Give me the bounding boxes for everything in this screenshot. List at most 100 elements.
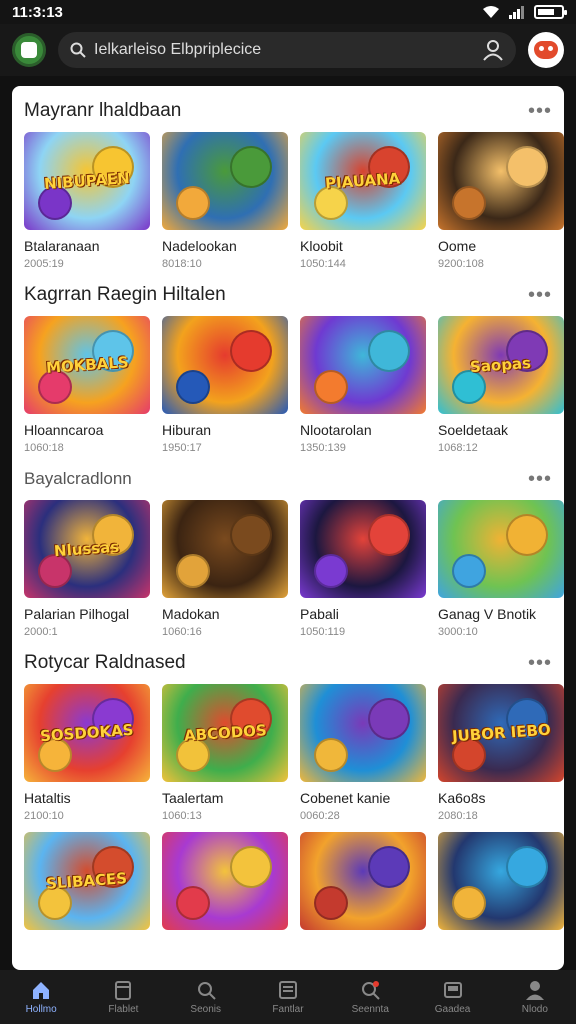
game-card[interactable]: SOSDOKAS Hataltis 2100:10 [24,684,150,822]
game-thumbnail[interactable] [438,500,564,598]
character-illustration [314,370,348,404]
game-meta: 9200:108 [438,258,484,270]
nav-item-profile[interactable]: Nlodo [500,979,570,1015]
game-thumbnail[interactable]: SOSDOKAS [24,684,150,782]
game-thumbnail[interactable] [162,316,288,414]
game-card[interactable]: Oome 9200:108 [438,132,564,270]
nav-item-notification-search[interactable]: Seennta [335,979,405,1015]
nav-item-library[interactable]: Gaadea [418,979,488,1015]
nav-label: Flablet [108,1004,139,1015]
game-card[interactable]: Hiburan 1950:17 [162,316,288,454]
game-card[interactable]: Nlussas Palarian Pilhogal 2000:1 [24,500,150,638]
game-thumbnail[interactable]: Saopas [438,316,564,414]
game-card[interactable]: SLIBACES [24,832,150,930]
content-panel: Mayranr lhaldbaan ••• NIBUPAEN Btalaranaan 2… [12,86,564,970]
game-thumbnail[interactable]: JUBOR IEBO [438,684,564,782]
game-logo-text: Nlussas [53,537,121,561]
nav-item-home[interactable]: Hollmo [6,979,76,1015]
game-meta: 1060:18 [24,442,64,454]
game-logo-text: JUBOR IEBO [451,720,551,746]
game-title: Kloobit [300,238,343,254]
section-header: Kagrran Raegin Hiltalen ••• [24,280,552,310]
game-card[interactable]: Saopas Soeldetaak 1068:12 [438,316,564,454]
game-logo-text: SOSDOKAS [39,720,135,746]
game-thumbnail[interactable] [300,500,426,598]
nav-item-tablet[interactable]: Flablet [88,979,158,1015]
search-icon [197,982,216,1000]
game-meta: 1060:13 [162,810,202,822]
more-options-icon[interactable]: ••• [528,285,552,305]
game-meta: 2000:1 [24,626,58,638]
more-options-icon[interactable]: ••• [528,653,552,673]
section-title: Rotycar Raldnased [24,652,186,673]
game-thumbnail[interactable] [162,132,288,230]
more-options-icon[interactable]: ••• [528,101,552,121]
game-title: Ka6o8s [438,790,486,806]
game-card[interactable]: ABCODOS Taalertam 1060:13 [162,684,288,822]
game-card[interactable]: NIBUPAEN Btalaranaan 2005:19 [24,132,150,270]
game-thumbnail[interactable]: PIAUANA [300,132,426,230]
notification-search-icon [362,981,380,1000]
search-input[interactable] [94,41,474,59]
mascot-icon[interactable] [528,32,564,68]
game-card[interactable] [438,832,564,930]
game-logo-text: MOKBALS [45,353,129,377]
section-title: Bayalcradlonn [24,469,132,488]
game-card[interactable]: Nadelookan 8018:10 [162,132,288,270]
game-thumbnail[interactable]: MOKBALS [24,316,150,414]
character-illustration [368,698,410,740]
search-bar[interactable] [58,32,516,68]
game-logo-text: NIBUPAEN [43,169,131,193]
nav-item-list[interactable]: Fantlar [253,979,323,1015]
section-header: Mayranr lhaldbaan ••• [24,96,552,126]
game-grid: NIBUPAEN Btalaranaan 2005:19 Nadelookan 8018… [24,132,564,270]
game-thumbnail[interactable] [162,832,288,930]
character-illustration [176,186,210,220]
character-illustration [314,738,348,772]
nav-item-search[interactable]: Seonis [171,979,241,1015]
game-card[interactable] [300,832,426,930]
character-illustration [176,554,210,588]
game-card[interactable]: Madokan 1060:16 [162,500,288,638]
game-thumbnail[interactable]: NIBUPAEN [24,132,150,230]
more-options-icon[interactable]: ••• [528,469,552,489]
user-icon[interactable] [482,39,504,61]
game-card[interactable]: MOKBALS Hloanncaroa 1060:18 [24,316,150,454]
game-card[interactable]: Nlootarolan 1350:139 [300,316,426,454]
game-card[interactable]: Cobenet kanie 0060:28 [300,684,426,822]
game-meta: 2100:10 [24,810,64,822]
game-thumbnail[interactable]: SLIBACES [24,832,150,930]
game-thumbnail[interactable] [438,832,564,930]
game-thumbnail[interactable] [300,832,426,930]
game-title: Hataltis [24,790,71,806]
search-icon [70,42,86,58]
character-illustration [506,514,548,556]
game-title: Taalertam [162,790,224,806]
app-logo-icon[interactable] [12,33,46,67]
game-thumbnail[interactable] [300,684,426,782]
game-card[interactable]: PIAUANA Kloobit 1050:144 [300,132,426,270]
game-title: Ganag V Bnotik [438,606,537,622]
nav-label: Fantlar [272,1004,304,1015]
character-illustration [452,186,486,220]
game-title: Palarian Pilhogal [24,606,130,622]
section-header: Bayalcradlonn ••• [24,464,552,494]
game-card[interactable]: Pabali 1050:119 [300,500,426,638]
game-card[interactable] [162,832,288,930]
top-bar [0,24,576,76]
game-meta: 3000:10 [438,626,478,638]
game-thumbnail[interactable] [162,500,288,598]
signal-icon [509,6,524,19]
game-thumbnail[interactable] [300,316,426,414]
bottom-nav: Hollmo Flablet Seonis Fantlar Seennta Gaadea N… [0,970,576,1024]
game-title: Oome [438,238,477,254]
game-thumbnail[interactable] [438,132,564,230]
nav-label: Gaadea [434,1004,471,1015]
game-thumbnail[interactable]: ABCODOS [162,684,288,782]
game-card[interactable]: Ganag V Bnotik 3000:10 [438,500,564,638]
game-title: Hloanncaroa [24,422,104,438]
game-thumbnail[interactable]: Nlussas [24,500,150,598]
game-logo-text: ABCODOS [183,721,267,745]
game-logo-text: Saopas [469,353,533,377]
game-card[interactable]: JUBOR IEBO Ka6o8s 2080:18 [438,684,564,822]
